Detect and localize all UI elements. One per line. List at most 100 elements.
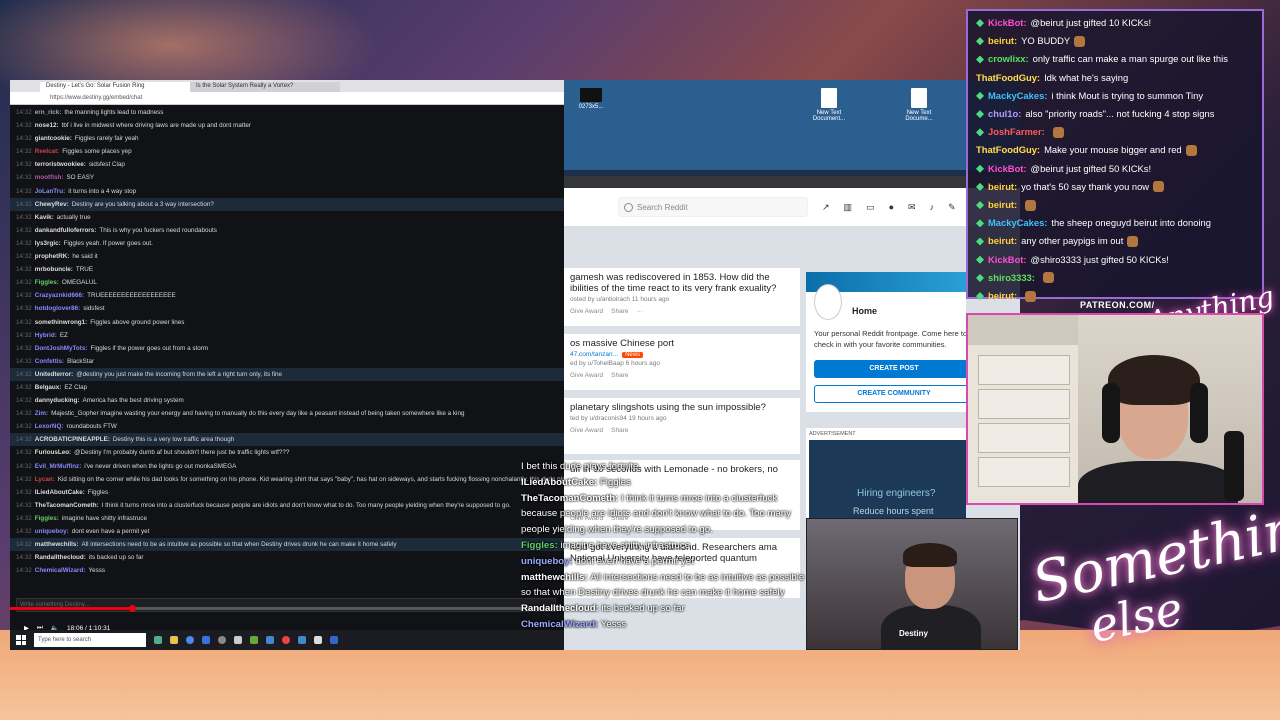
kick-username[interactable]: MackyCakes: [988, 214, 1047, 232]
message-username[interactable]: Reelcat: [35, 145, 60, 158]
message-username[interactable]: uniqueboy: [35, 525, 69, 538]
message-username[interactable]: Crazyaznkid666: [35, 289, 84, 302]
reddit-post[interactable]: planetary slingshots using the sun impos… [564, 398, 800, 454]
kick-username[interactable]: beirut: [988, 32, 1017, 50]
kick-username[interactable]: beirut: [988, 178, 1017, 196]
progress-knob[interactable] [128, 605, 136, 612]
kick-username[interactable]: chul1o: [988, 105, 1021, 123]
message-username[interactable]: hotdoglover86: [35, 302, 80, 315]
message-username[interactable]: ILiedAboutCake: [35, 486, 85, 499]
message-username[interactable]: JoLanTru: [35, 185, 65, 198]
task-view-icon[interactable] [154, 636, 162, 644]
app-icon[interactable] [250, 636, 258, 644]
app-icon[interactable] [282, 636, 290, 644]
more-icon[interactable]: ··· [636, 308, 643, 315]
message-username[interactable]: FuriousLeo: [35, 446, 71, 459]
message-username[interactable]: ChemicalWizard: [35, 564, 86, 577]
give-award-button[interactable]: Give Award [570, 372, 603, 379]
desktop-small-window[interactable]: 0273x5... [572, 88, 610, 110]
windows-start-icon[interactable] [16, 635, 26, 645]
reddit-post[interactable]: gamesh was rediscovered in 1853. How did… [564, 268, 800, 326]
kick-username[interactable]: beirut: [988, 196, 1017, 214]
message-username[interactable]: Evil_MrMuffinz: [35, 460, 82, 473]
message-username[interactable]: Confettis: [35, 355, 64, 368]
message-username[interactable]: mrbobuncle: [35, 263, 73, 276]
kick-username[interactable]: shiro3333: [988, 269, 1035, 287]
kick-username[interactable]: beirut: [988, 287, 1017, 305]
mail-icon[interactable]: ✉ [908, 202, 916, 213]
trending-icon[interactable]: ↗ [822, 202, 830, 213]
address-bar[interactable]: https://www.destiny.gg/embed/chat [10, 92, 564, 105]
message-username[interactable]: TheTacomanCometh: [35, 499, 99, 512]
reddit-search-input[interactable]: Search Reddit [618, 197, 808, 217]
create-community-button[interactable]: CREATE COMMUNITY [814, 385, 974, 403]
post-title[interactable]: os massive Chinese port [570, 338, 800, 349]
obs-icon[interactable] [218, 636, 226, 644]
message-username[interactable]: Zim: [35, 407, 48, 420]
kick-username[interactable]: JoshFarmer: [988, 123, 1045, 141]
video-progress-bar[interactable] [10, 605, 564, 612]
message-username[interactable]: Figgles: [35, 512, 59, 525]
bell-icon[interactable]: ♪ [930, 202, 935, 213]
chat-message: 14:32 Evil_MrMuffinz: i've never driven wh… [10, 460, 564, 473]
chat-icon[interactable]: ● [889, 202, 894, 213]
message-username[interactable]: LexorNQ: [35, 420, 64, 433]
message-username[interactable]: dannyducking: [35, 394, 80, 407]
taskbar-search[interactable]: Type here to search [34, 633, 146, 647]
message-username[interactable]: Belgaux: [35, 381, 62, 394]
stats-icon[interactable]: ▥ [844, 202, 853, 213]
give-award-button[interactable]: Give Award [570, 308, 603, 315]
post-link[interactable]: 47.com/tanzan... [570, 351, 618, 358]
share-button[interactable]: Share [611, 308, 628, 315]
message-username[interactable]: mootfish: [35, 171, 64, 184]
post-title[interactable]: planetary slingshots using the sun impos… [570, 402, 800, 413]
video-icon[interactable]: ▭ [866, 202, 875, 213]
message-username[interactable]: ern_rick: [35, 106, 62, 119]
app-icon[interactable] [298, 636, 306, 644]
desktop-icon-text-doc[interactable]: New Text Document... [810, 88, 848, 122]
chrome-icon[interactable] [186, 636, 194, 644]
message-username[interactable]: Hybrid: [35, 329, 57, 342]
kick-username[interactable]: ThatFoodGuy: [976, 69, 1040, 87]
message-username[interactable]: Unitedterror: [35, 368, 73, 381]
message-username[interactable]: nose12: [35, 119, 59, 132]
app-icon[interactable] [330, 636, 338, 644]
message-username[interactable]: prophetRK: [35, 250, 70, 263]
document-icon [821, 88, 837, 108]
browser-tab[interactable]: Is the Solar System Really a Vortex? [190, 82, 340, 92]
message-username[interactable]: dankandfulloferrors: [35, 224, 97, 237]
post-title[interactable]: gamesh was rediscovered in 1853. How did… [570, 272, 800, 294]
kick-username[interactable]: MackyCakes: [988, 87, 1047, 105]
share-button[interactable]: Share [611, 372, 628, 379]
message-username[interactable]: Lycan: [35, 473, 55, 486]
message-username[interactable]: DontJoshMyTots: [35, 342, 88, 355]
give-award-button[interactable]: Give Award [570, 427, 603, 434]
app-icon[interactable] [234, 636, 242, 644]
browser-tab[interactable]: Destiny - Let's Go: Solar Fusion Ring [40, 82, 190, 92]
message-username[interactable]: ACROBATICPINEAPPLE: [35, 433, 110, 446]
message-username[interactable]: terroristwookiee: [35, 158, 86, 171]
kick-username[interactable]: KickBot: [988, 160, 1027, 178]
pen-icon[interactable]: ✎ [948, 202, 956, 213]
create-post-button[interactable]: CREATE POST [814, 360, 974, 378]
kick-username[interactable]: crowlixx: [988, 50, 1029, 68]
message-username[interactable]: Kavik: [35, 211, 54, 224]
app-icon[interactable] [314, 636, 322, 644]
message-username[interactable]: lys3rgic: [35, 237, 61, 250]
message-username[interactable]: Figgles: [35, 276, 59, 289]
app-icon[interactable] [202, 636, 210, 644]
message-username[interactable]: giantcookie: [35, 132, 72, 145]
message-username[interactable]: somethinwrong1: [35, 316, 87, 329]
message-username[interactable]: ChewyRev: [35, 198, 69, 211]
message-username[interactable]: matthewchills: [35, 538, 79, 551]
desktop-icon-text-doc-2[interactable]: New Text Docume... [900, 88, 938, 122]
kick-username[interactable]: ThatFoodGuy: [976, 141, 1040, 159]
file-explorer-icon[interactable] [170, 636, 178, 644]
steam-icon[interactable] [266, 636, 274, 644]
kick-username[interactable]: KickBot: [988, 251, 1027, 269]
share-button[interactable]: Share [611, 427, 628, 434]
kick-username[interactable]: KickBot: [988, 14, 1027, 32]
kick-username[interactable]: beirut: [988, 232, 1017, 250]
reddit-post[interactable]: os massive Chinese port 47.com/tanzan...… [564, 334, 800, 390]
message-username[interactable]: Randallthecloud: [35, 551, 86, 564]
